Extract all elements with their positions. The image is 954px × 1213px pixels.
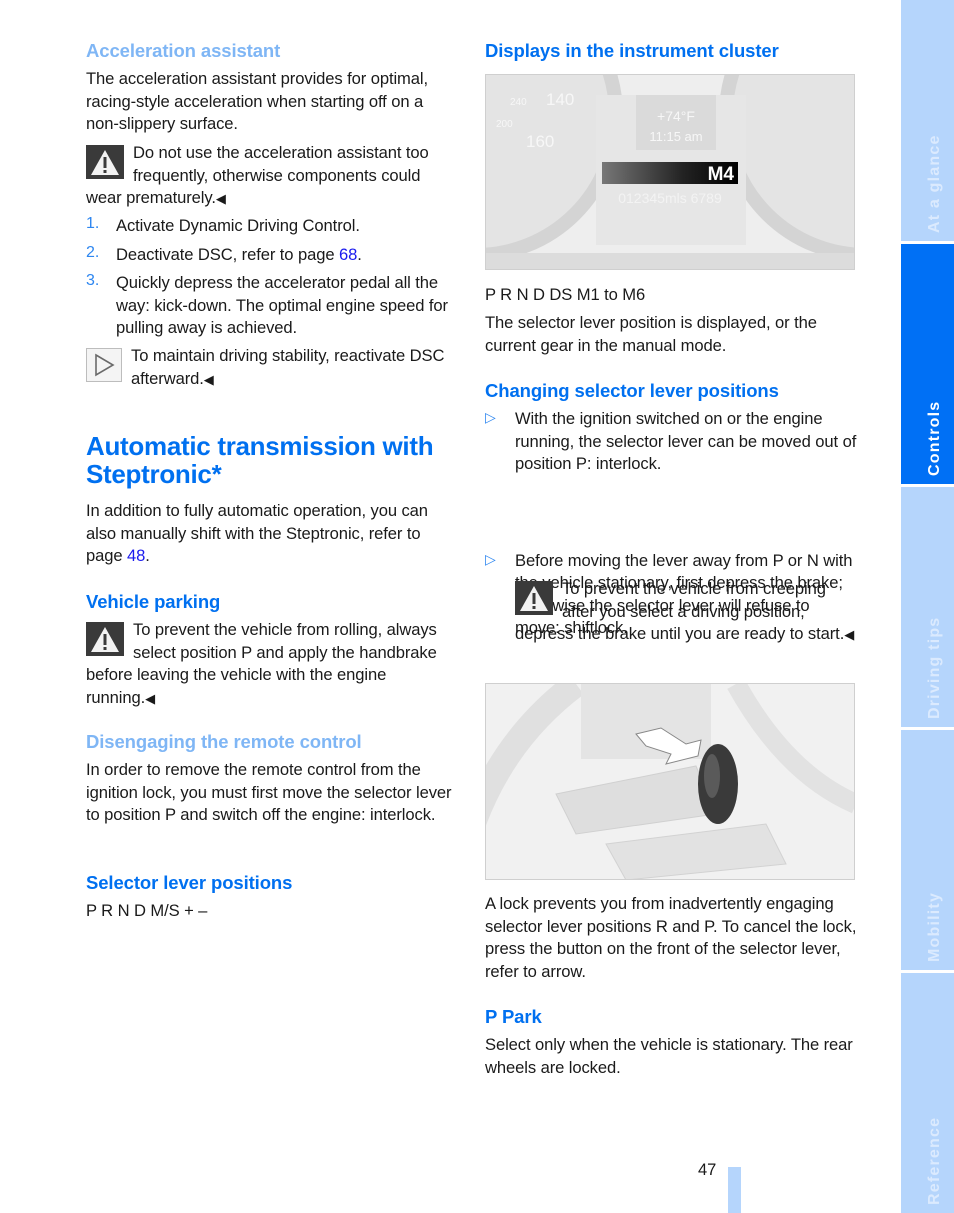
end-mark-icon: ◀ xyxy=(844,627,855,642)
heading-selector-positions: Selector lever positions xyxy=(86,872,293,893)
heading-instrument-cluster: Displays in the instrument cluster xyxy=(485,40,779,61)
sidebar-tab-controls[interactable]: Controls xyxy=(901,244,954,484)
p-park-text: Select only when the vehicle is stationa… xyxy=(485,1035,853,1077)
bullet-text: With the ignition switched on or the eng… xyxy=(515,409,857,473)
sidebar-tab-label: Driving tips xyxy=(925,616,943,719)
step-number: 1. xyxy=(86,215,100,232)
page-link-68[interactable]: 68 xyxy=(339,245,357,264)
warning-triangle-icon xyxy=(86,145,124,179)
bullet-arrow-icon: ▷ xyxy=(485,550,496,567)
disengaging-text: In order to remove the remote control fr… xyxy=(86,760,452,824)
heading-changing-positions: Changing selector lever positions xyxy=(485,380,779,401)
page-marker-bar xyxy=(728,1167,741,1213)
end-mark-icon: ◀ xyxy=(145,690,156,706)
speed-label: 200 xyxy=(496,119,513,130)
step-number: 2. xyxy=(86,243,100,261)
list-item: 1. Activate Dynamic Driving Control. xyxy=(86,215,458,238)
selector-positions-text: P R N D M/S + – xyxy=(86,901,208,920)
warning-triangle-icon xyxy=(86,622,124,656)
sidebar-tab-label: At a glance xyxy=(925,134,943,233)
page-link-48[interactable]: 48 xyxy=(127,546,145,565)
warning-text: To prevent the vehicle from creeping aft… xyxy=(515,579,845,643)
warning-acceleration: Do not use the acceleration assistant to… xyxy=(86,142,458,211)
instrument-cluster-text: The selector lever position is displayed… xyxy=(485,313,817,355)
heading-automatic-transmission: Automatic transmission with Steptronic* xyxy=(86,431,434,489)
sidebar-tab-mobility[interactable]: Mobility xyxy=(901,730,954,970)
displayed-positions: P R N D DS M1 to M6 xyxy=(485,285,646,304)
warning-creeping: To prevent the vehicle from creeping aft… xyxy=(515,578,857,647)
step-text: Activate Dynamic Driving Control. xyxy=(116,216,360,235)
sidebar-tab-at-a-glance[interactable]: At a glance xyxy=(901,0,954,241)
steps-list: 1. Activate Dynamic Driving Control. 2. … xyxy=(86,215,458,340)
speed-label: 140 xyxy=(546,90,574,109)
speed-label: 240 xyxy=(510,97,527,108)
speed-label: 160 xyxy=(526,132,554,151)
warning-parking: To prevent the vehicle from rolling, alw… xyxy=(86,619,458,710)
heading-disengaging-remote: Disengaging the remote control xyxy=(86,731,362,752)
selector-lever-illustration xyxy=(486,684,854,879)
instrument-cluster-figure: +74°F 11:15 am M4 012345mls 6789 140 160… xyxy=(485,74,855,270)
bullet-arrow-icon: ▷ xyxy=(485,409,496,425)
transmission-intro: In addition to fully automatic operation… xyxy=(86,501,428,565)
sidebar-tab-label: Controls xyxy=(925,400,943,476)
list-item: ▷ With the ignition switched on or the e… xyxy=(485,408,857,476)
warning-text: Do not use the acceleration assistant to… xyxy=(86,143,429,207)
instrument-cluster-illustration: +74°F 11:15 am M4 012345mls 6789 140 160… xyxy=(486,75,854,269)
end-mark-icon: ◀ xyxy=(203,371,214,387)
right-column: Displays in the instrument cluster +74°F… xyxy=(485,0,857,1077)
list-item: 3. Quickly depress the accelerator pedal… xyxy=(86,272,458,340)
page-number: 47 xyxy=(698,1161,717,1179)
acceleration-intro: The acceleration assistant provides for … xyxy=(86,69,428,133)
warning-triangle-icon xyxy=(515,581,553,615)
note-triangle-icon xyxy=(86,348,122,382)
step-text: Deactivate DSC, refer to page xyxy=(116,244,339,264)
warning-text: To prevent the vehicle from rolling, alw… xyxy=(86,620,437,707)
step-number: 3. xyxy=(86,272,100,289)
note-text: To maintain driving stability, reactivat… xyxy=(131,346,445,388)
cluster-odometer: 012345mls 6789 xyxy=(618,190,722,206)
step-text: Quickly depress the accelerator pedal al… xyxy=(116,273,448,337)
selector-lever-figure xyxy=(485,683,855,880)
end-mark-icon: ◀ xyxy=(215,191,226,206)
heading-p-park: P Park xyxy=(485,1006,542,1027)
cluster-time: 11:15 am xyxy=(649,129,702,144)
heading-acceleration-assistant: Acceleration assistant xyxy=(86,40,281,61)
sidebar-tab-reference[interactable]: Reference xyxy=(901,973,954,1213)
cluster-temperature: +74°F xyxy=(657,108,695,124)
cluster-gear: M4 xyxy=(708,164,735,185)
heading-vehicle-parking: Vehicle parking xyxy=(86,591,221,612)
sidebar-tab-label: Reference xyxy=(925,1116,943,1205)
list-item: 2. Deactivate DSC, refer to page 68. xyxy=(86,243,362,264)
sidebar-tab-label: Mobility xyxy=(925,891,943,962)
note-dsc: To maintain driving stability, reactivat… xyxy=(86,345,458,391)
sidebar-tab-driving-tips[interactable]: Driving tips xyxy=(901,487,954,727)
lock-text: A lock prevents you from inadvertently e… xyxy=(485,894,857,981)
